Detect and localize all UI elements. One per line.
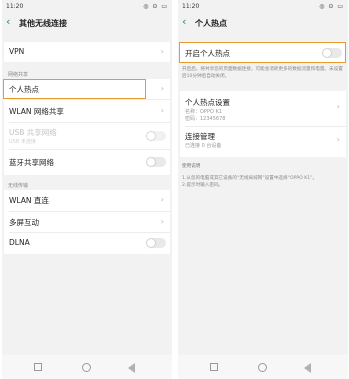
bt-share-toggle[interactable] <box>146 157 166 167</box>
hotspot-config-card: 个人热点设置 名称：OPPO K1 密码：12345678 › 连接管理 已连接… <box>180 91 346 157</box>
enable-hotspot-label: 开启个人热点 <box>185 49 230 58</box>
multiscreen-row[interactable]: 多屏互动 › <box>4 212 170 232</box>
connected-count: 已连接 0 台设备 <box>185 143 222 149</box>
hotspot-label: 个人热点 <box>9 85 39 94</box>
hotspot-name: 名称：OPPO K1 <box>185 109 222 115</box>
chevron-right-icon: › <box>160 195 164 204</box>
hotspot-password: 密码：12345678 <box>185 116 226 122</box>
vpn-row[interactable]: VPN › <box>4 42 170 62</box>
vpn-label: VPN <box>9 47 25 56</box>
connection-mgmt-row[interactable]: 连接管理 已连接 0 台设备 › <box>180 127 346 155</box>
status-icons: ◎ ⊙ ▭ <box>319 3 344 10</box>
connection-mgmt-label: 连接管理 <box>185 132 215 141</box>
status-time: 11:20 <box>182 3 200 10</box>
dlna-label: DLNA <box>9 238 30 247</box>
multiscreen-label: 多屏互动 <box>9 218 39 227</box>
vpn-card: VPN › <box>4 42 170 62</box>
dlna-row: DLNA <box>4 233 170 254</box>
chevron-right-icon: › <box>160 84 164 93</box>
page-title: 个人热点 <box>195 19 227 28</box>
page-header: ‹ 个人热点 <box>178 12 348 34</box>
wireless-transfer-card: WLAN 直连 › 多屏互动 › DLNA <box>4 190 170 254</box>
toggle-knob <box>323 49 331 57</box>
dlna-toggle[interactable] <box>146 238 166 248</box>
bt-share-row: 蓝牙共享网络 <box>4 150 170 174</box>
toggle-knob <box>147 132 155 140</box>
screen-other-wireless: 11:20 ◎ ⊙ ▭ ‹ 其他无线连接 VPN › 网络共享 个人热点 › W… <box>2 0 172 379</box>
enable-hotspot-card: 开启个人热点 <box>180 42 346 63</box>
chevron-right-icon: › <box>160 106 164 115</box>
hotspot-settings-row[interactable]: 个人热点设置 名称：OPPO K1 密码：12345678 › <box>180 91 346 125</box>
chevron-right-icon: › <box>336 135 340 144</box>
back-nav-icon[interactable] <box>304 363 311 373</box>
chevron-right-icon: › <box>160 217 164 226</box>
help-title: 使用说明 <box>182 164 201 169</box>
wlan-direct-label: WLAN 直连 <box>9 196 49 205</box>
help-text: 1.从您的电脑或其它设备的“无线局域网”设置中选择“OPPO K1”。 2.提示… <box>182 176 318 188</box>
status-bar: 11:20 ◎ ⊙ ▭ <box>178 0 348 12</box>
page-title: 其他无线连接 <box>19 19 67 28</box>
hotspot-row[interactable]: 个人热点 › <box>4 79 170 99</box>
system-nav-bar <box>2 355 172 379</box>
toggle-knob <box>147 158 155 166</box>
usb-share-toggle <box>146 131 166 141</box>
section-wireless-transfer: 无线传输 <box>8 183 29 189</box>
back-icon[interactable]: ‹ <box>182 16 186 28</box>
usb-share-row: USB 共享网络 USB 未连接 <box>4 123 170 149</box>
chevron-right-icon: › <box>336 102 340 111</box>
recent-apps-icon[interactable] <box>210 363 218 371</box>
back-icon[interactable]: ‹ <box>6 16 10 28</box>
enable-hotspot-toggle[interactable] <box>322 48 342 58</box>
usb-share-status: USB 未连接 <box>9 139 36 145</box>
status-icons: ◎ ⊙ ▭ <box>143 3 168 10</box>
enable-hotspot-row: 开启个人热点 <box>180 42 346 63</box>
usb-share-label: USB 共享网络 <box>9 128 57 137</box>
bt-share-label: 蓝牙共享网络 <box>9 158 54 167</box>
status-time: 11:20 <box>6 3 24 10</box>
system-nav-bar <box>178 355 348 379</box>
home-icon[interactable] <box>82 363 91 372</box>
screen-personal-hotspot: 11:20 ◎ ⊙ ▭ ‹ 个人热点 开启个人热点 开启后，将共享您的页面数据连… <box>178 0 348 379</box>
page-header: ‹ 其他无线连接 <box>2 12 172 34</box>
status-bar: 11:20 ◎ ⊙ ▭ <box>2 0 172 12</box>
hotspot-settings-label: 个人热点设置 <box>185 98 230 107</box>
wlan-share-label: WLAN 网络共享 <box>9 107 64 116</box>
section-network-share: 网络共享 <box>8 72 29 78</box>
toggle-knob <box>147 239 155 247</box>
back-nav-icon[interactable] <box>128 363 135 373</box>
network-share-card: 个人热点 › WLAN 网络共享 › USB 共享网络 USB 未连接 蓝牙共享… <box>4 79 170 175</box>
wlan-direct-row[interactable]: WLAN 直连 › <box>4 190 170 211</box>
chevron-right-icon: › <box>160 47 164 56</box>
home-icon[interactable] <box>258 363 267 372</box>
hotspot-description: 开启后，将共享您的页面数据连接，可能会消耗更多的数据流量和电量。未设置后10分钟… <box>182 67 343 79</box>
recent-apps-icon[interactable] <box>34 363 42 371</box>
wlan-share-row[interactable]: WLAN 网络共享 › <box>4 100 170 122</box>
